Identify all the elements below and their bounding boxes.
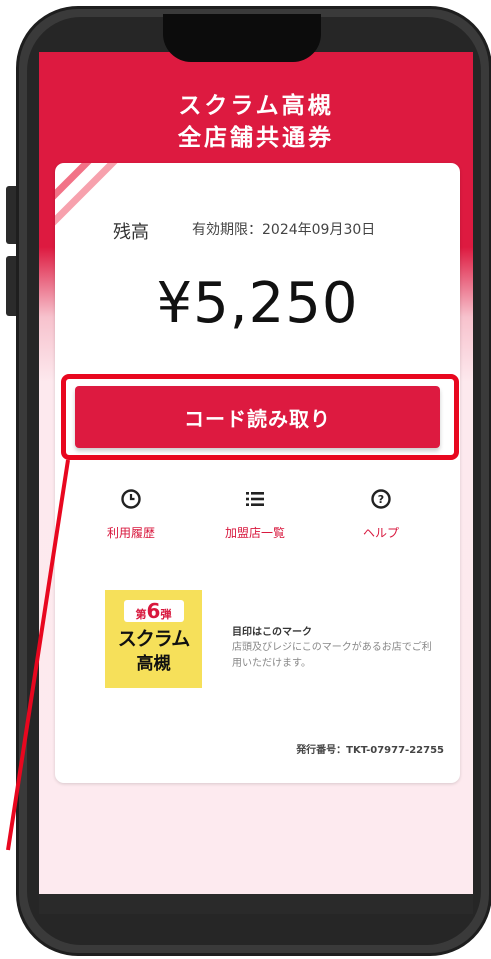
annotation-pointer-line <box>6 459 70 851</box>
